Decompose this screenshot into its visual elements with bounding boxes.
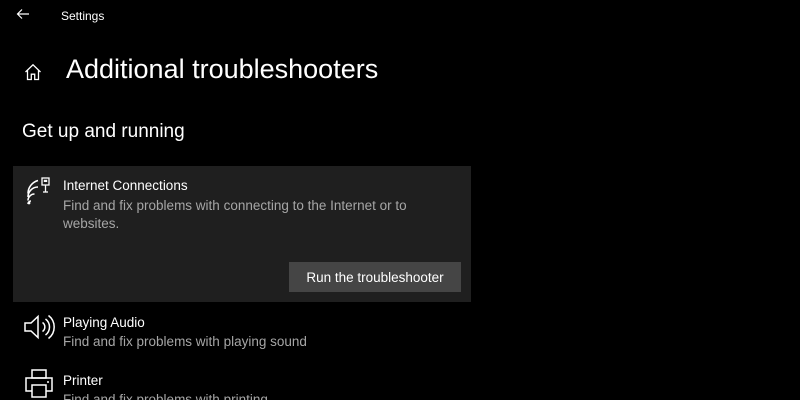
speaker-icon (23, 311, 55, 343)
printer-icon (23, 368, 55, 400)
settings-window: Settings Additional troubleshooters Get … (0, 0, 800, 400)
troubleshooter-description: Find and fix problems with connecting to… (63, 198, 407, 231)
page-title: Additional troubleshooters (66, 54, 379, 84)
troubleshooter-name: Internet Connections (63, 178, 188, 193)
troubleshooter-item-printer[interactable]: Printer Find and fix problems with print… (13, 364, 471, 400)
troubleshooter-name: Playing Audio (63, 315, 145, 330)
troubleshooter-name: Printer (63, 373, 103, 388)
section-title: Get up and running (22, 121, 185, 142)
home-button[interactable] (20, 61, 46, 87)
window-title: Settings (61, 9, 105, 23)
run-troubleshooter-button[interactable]: Run the troubleshooter (289, 262, 461, 292)
troubleshooter-description: Find and fix problems with printing (63, 392, 268, 400)
back-button[interactable] (8, 2, 38, 30)
wifi-ethernet-icon (23, 176, 55, 208)
troubleshooter-item-audio[interactable]: Playing Audio Find and fix problems with… (13, 306, 471, 356)
title-bar: Settings (0, 0, 800, 32)
troubleshooter-description: Find and fix problems with playing sound (63, 334, 307, 349)
back-arrow-icon (16, 7, 30, 25)
home-icon (23, 62, 43, 87)
